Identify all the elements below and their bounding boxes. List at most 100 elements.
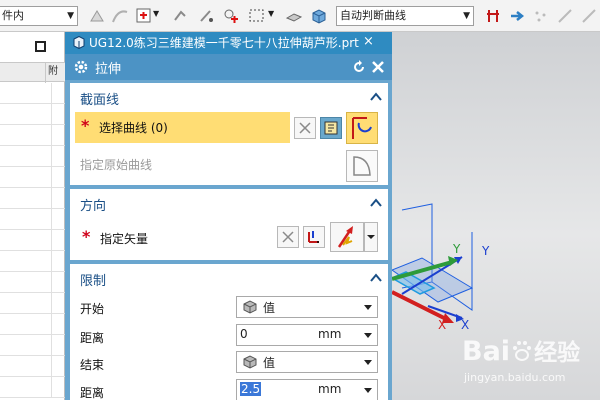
limits-title: 限制	[80, 274, 107, 289]
vector-options-dropdown[interactable]	[364, 222, 378, 252]
chevron-down-icon	[364, 360, 372, 365]
list-item[interactable]	[0, 272, 65, 293]
gear-icon[interactable]	[73, 59, 89, 75]
chevron-down-icon[interactable]: ▼	[153, 9, 159, 18]
watermark-url: jingyan.baidu.com	[464, 371, 566, 384]
list-item[interactable]	[0, 146, 65, 167]
dialog-title: 拉伸	[95, 62, 122, 77]
rectangle-select-icon[interactable]	[248, 7, 266, 25]
snap-end-icon[interactable]	[198, 7, 216, 25]
end-distance-input[interactable]: 2.5 mm	[236, 379, 378, 400]
list-item[interactable]	[0, 335, 65, 356]
list-item[interactable]	[0, 209, 65, 230]
sketch-reset-button[interactable]	[294, 117, 316, 139]
curve-select-button[interactable]	[346, 112, 378, 144]
dots-icon[interactable]	[532, 7, 550, 25]
y-axis-label: Y	[453, 242, 461, 256]
start-distance-input[interactable]: 0 mm	[236, 324, 378, 346]
close-icon[interactable]	[370, 59, 386, 75]
value-cube-icon	[243, 300, 257, 314]
end-option-dropdown[interactable]: 值	[236, 351, 378, 373]
curve-icon[interactable]	[111, 7, 129, 25]
selection-filter-dropdown[interactable]: 件内 ▼	[0, 6, 78, 26]
direction-header[interactable]: 方向	[70, 189, 388, 217]
sketch-icon	[324, 121, 338, 135]
list-item[interactable]	[0, 251, 65, 272]
end-label: 结束	[80, 358, 105, 372]
y-axis-label-secondary: Y	[482, 244, 490, 258]
sketch-section-button[interactable]	[320, 117, 342, 139]
document-title: UG12.0练习三维建模一千零七十八拉伸葫芦形.prt	[89, 36, 359, 50]
limits-group: 限制 开始 值 距离 0 mm 结束 值 距离 2.5 mm	[70, 264, 388, 400]
watermark-logo: Bai 经验	[462, 336, 580, 367]
chevron-up-icon[interactable]	[370, 92, 382, 101]
navigator-header: 附	[0, 62, 65, 83]
section-curve-header[interactable]: 截面线	[70, 83, 388, 111]
section-curve-group: 截面线 * 选择曲线 (0) 指定原始曲线	[70, 83, 388, 185]
inferred-vector-button[interactable]	[330, 222, 364, 252]
top-toolbar: 件内 ▼ ▼ ▼ 自动判断曲线 ▼	[0, 0, 600, 32]
list-item[interactable]	[0, 83, 65, 104]
direction-group: 方向 * 指定矢量	[70, 189, 388, 260]
chevron-down-icon[interactable]: ▼	[268, 9, 274, 18]
limits-header[interactable]: 限制	[70, 264, 388, 292]
start-distance-label: 距离	[80, 331, 105, 345]
end-distance-unit: mm	[318, 382, 342, 396]
cross-arrows-icon	[299, 122, 311, 134]
list-item[interactable]	[0, 125, 65, 146]
list-item[interactable]	[0, 188, 65, 209]
line-icon[interactable]	[556, 7, 574, 25]
curve-flag-icon	[352, 117, 372, 139]
select-curve-row[interactable]: * 选择曲线 (0)	[75, 112, 290, 143]
list-item[interactable]	[0, 293, 65, 314]
document-tab[interactable]: UG12.0练习三维建模一千零七十八拉伸葫芦形.prt	[65, 32, 392, 54]
line-icon[interactable]	[580, 7, 598, 25]
reverse-direction-button[interactable]	[277, 226, 299, 248]
arc-icon	[353, 156, 371, 176]
bridge-icon[interactable]	[484, 7, 502, 25]
list-item[interactable]	[0, 230, 65, 251]
x-axis-label-secondary: X	[461, 318, 470, 332]
reset-icon[interactable]	[351, 59, 367, 75]
chevron-down-icon[interactable]	[364, 388, 372, 393]
list-item[interactable]	[0, 356, 65, 377]
cross-arrows-icon	[282, 231, 294, 243]
snap-arrow-icon[interactable]	[171, 7, 189, 25]
required-marker: *	[82, 227, 91, 246]
close-tab-icon[interactable]: ×	[363, 34, 374, 49]
watermark: Bai 经验 jingyan.baidu.com	[462, 333, 580, 384]
filter-box-icon[interactable]	[135, 7, 153, 25]
start-option-dropdown[interactable]: 值	[236, 296, 378, 318]
chevron-down-icon: ▼	[67, 11, 74, 21]
required-marker: *	[81, 116, 90, 135]
solid-body-icon[interactable]	[285, 7, 303, 25]
direction-title: 方向	[80, 199, 107, 214]
section-curve-title: 截面线	[80, 93, 120, 108]
watermark-logo-text: Bai	[462, 336, 511, 367]
part-file-icon	[73, 36, 85, 49]
end-option-value: 值	[263, 356, 276, 370]
part-navigator-panel: 附	[0, 32, 65, 400]
chevron-down-icon[interactable]	[364, 333, 372, 338]
list-item[interactable]	[0, 314, 65, 335]
curve-rule-dropdown[interactable]: 自动判断曲线 ▼	[336, 6, 474, 26]
maximize-icon[interactable]	[35, 41, 46, 52]
paw-icon	[513, 341, 532, 361]
vector-dialog-button[interactable]	[303, 226, 325, 248]
chevron-up-icon[interactable]	[370, 198, 382, 207]
chevron-down-icon	[367, 235, 375, 239]
chevron-up-icon[interactable]	[370, 273, 382, 282]
end-distance-label: 距离	[80, 386, 105, 400]
origin-curve-button[interactable]	[346, 150, 378, 182]
cube-icon[interactable]	[310, 7, 328, 25]
list-item[interactable]	[0, 377, 65, 398]
arrow-right-icon[interactable]	[508, 7, 526, 25]
list-item[interactable]	[0, 167, 65, 188]
start-distance-unit: mm	[318, 327, 342, 341]
intersection-icon[interactable]	[222, 7, 240, 25]
snap-point-icon[interactable]	[88, 7, 106, 25]
curve-rule-value: 自动判断曲线	[340, 9, 406, 22]
list-item[interactable]	[0, 104, 65, 125]
vector-dialog-icon	[308, 231, 319, 243]
end-distance-value: 2.5	[240, 382, 262, 396]
